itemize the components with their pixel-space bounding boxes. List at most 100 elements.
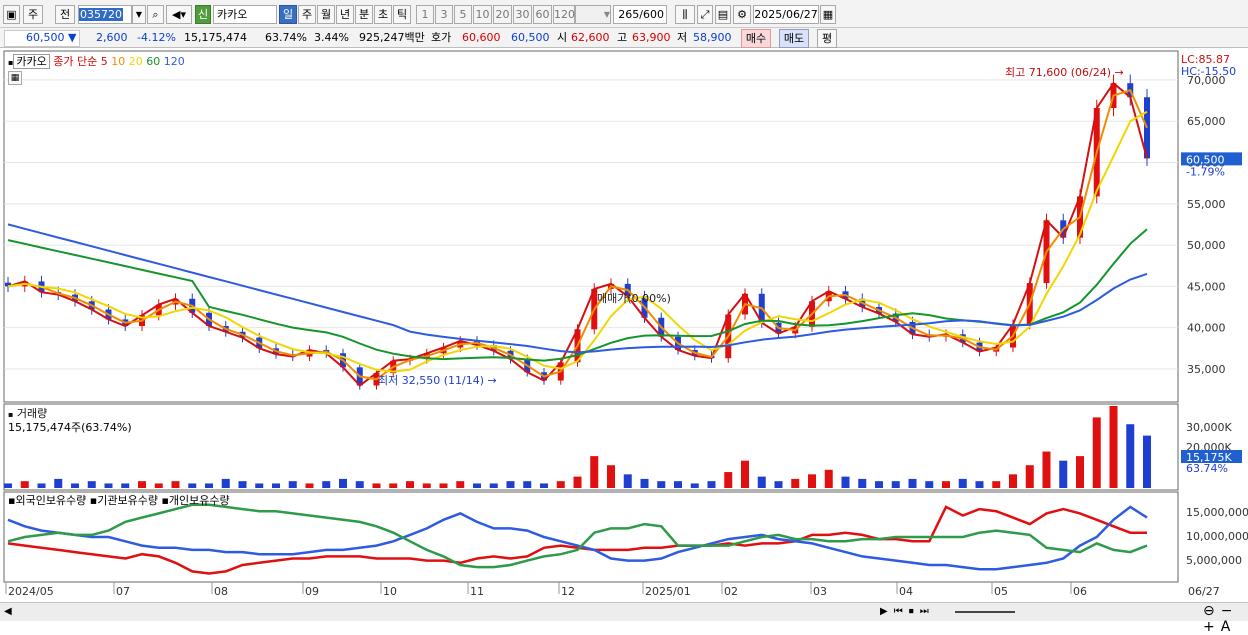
volume-bar	[607, 465, 615, 488]
volume-bar	[389, 483, 398, 488]
volume-bar	[37, 483, 46, 488]
volume-bar	[255, 483, 264, 488]
search-icon[interactable]: ⌕	[147, 5, 164, 24]
x-axis-label: 09	[305, 585, 319, 598]
volume-bar	[54, 478, 63, 488]
x-axis-label: 2024/05	[8, 585, 54, 598]
period-button-1[interactable]: 주	[298, 5, 316, 24]
ma-legend-120: 120	[163, 55, 185, 68]
calendar-icon[interactable]: ▦	[820, 5, 836, 24]
ma-legend-60: 60	[146, 55, 164, 68]
volume-bar	[523, 481, 532, 488]
speaker-icon[interactable]: ◀▾	[166, 5, 192, 24]
period-button-3[interactable]: 년	[336, 5, 354, 24]
stock-code-value: 035720	[79, 8, 123, 21]
candle-icon[interactable]: ⫼	[675, 5, 695, 24]
buy-button[interactable]: 매수	[741, 29, 771, 48]
price-value: 60,500 ▼	[26, 31, 76, 45]
volume-bar	[674, 481, 682, 488]
range-select[interactable]: ▼	[575, 5, 611, 24]
eval-button[interactable]: 평	[817, 29, 837, 48]
interval-button-60[interactable]: 60	[533, 5, 552, 24]
volume-bar	[221, 478, 230, 488]
current-pct-label: -1.79%	[1186, 165, 1225, 178]
volume-bar	[992, 481, 1001, 488]
volume-bar	[1042, 451, 1051, 488]
period-button-4[interactable]: 분	[355, 5, 373, 24]
mid-annotation: 매매가(0.00%)	[597, 292, 671, 305]
count-field[interactable]: 265/600	[613, 5, 667, 24]
down-arrow-icon: ▼	[68, 31, 77, 44]
x-axis-label: 06	[1073, 585, 1087, 598]
volume-bar	[690, 483, 699, 488]
period-button-6[interactable]: 틱	[393, 5, 411, 24]
zoom-slider[interactable]	[955, 611, 1015, 613]
high-label: 고	[617, 31, 628, 44]
volume-bar	[858, 478, 867, 488]
holdings-tick-label: 5,000,000	[1186, 554, 1242, 567]
week-toggle[interactable]: 주	[23, 5, 43, 24]
chevron-down-icon[interactable]: ▼	[132, 5, 146, 24]
period-button-5[interactable]: 초	[374, 5, 392, 24]
y-tick-label: 50,000	[1187, 239, 1226, 252]
date-field[interactable]: 2025/06/27	[753, 5, 819, 24]
volume-bar	[908, 478, 917, 488]
nav-icons[interactable]: ▶⏮⏹⏭	[880, 606, 935, 617]
change-pct: -4.12%	[137, 31, 176, 44]
draw-icon[interactable]: ⤢	[697, 5, 713, 24]
volume-bar	[439, 483, 448, 488]
stock-chart[interactable]: 70,00065,00060,00055,00050,00045,00040,0…	[0, 49, 1248, 602]
volume-bar	[808, 474, 816, 488]
prev-toggle[interactable]: 전	[55, 5, 75, 24]
interval-button-120[interactable]: 120	[553, 5, 575, 24]
volume-bar	[774, 481, 783, 488]
stock-name-field[interactable]: 카카오	[213, 5, 277, 24]
interval-button-1[interactable]: 1	[416, 5, 434, 24]
volume-bar	[640, 478, 649, 488]
interval-button-30[interactable]: 30	[513, 5, 532, 24]
save-icon[interactable]: ▤	[715, 5, 731, 24]
price-legend: ▪ 카카오 종가 단순 5 10 20 60 120	[8, 53, 185, 69]
volume-bar	[958, 478, 967, 488]
layout-icon[interactable]: ▣	[3, 5, 20, 24]
volume-bar	[623, 474, 632, 488]
volume-bar	[824, 469, 833, 488]
x-axis-label: 04	[899, 585, 913, 598]
volume-bar	[205, 483, 213, 488]
holdings-legend-0: ▪외국인보유수량	[8, 494, 90, 507]
holdings-legend: ▪외국인보유수량 ▪기관보유수량 ▪개인보유수량	[8, 492, 230, 508]
interval-button-5[interactable]: 5	[454, 5, 472, 24]
volume-bar	[238, 481, 247, 488]
stock-code-input[interactable]: 035720	[78, 5, 132, 24]
y-tick-label: 45,000	[1187, 280, 1226, 293]
volume-bar	[372, 483, 381, 488]
volume-bar	[975, 481, 984, 488]
hoga-label: 호가	[431, 31, 452, 44]
scroll-bar[interactable]: ◀ ▶⏮⏹⏭ ⊖−+A	[0, 602, 1248, 635]
volume-bar	[891, 481, 900, 488]
volume-bar	[121, 483, 130, 488]
volume-bar	[171, 481, 180, 488]
zoom-buttons[interactable]: ⊖−+A	[1203, 603, 1248, 635]
grid-toggle-icon[interactable]: ▦	[8, 71, 22, 85]
holdings-legend-2: ▪개인보유수량	[161, 494, 230, 507]
volume-value: 15,175,474	[184, 31, 247, 44]
gear-icon[interactable]: ⚙	[733, 5, 751, 24]
period-button-0[interactable]: 일	[279, 5, 297, 24]
amount-value: 925,247백만	[359, 31, 425, 44]
volume-value: 15,175,474주(63.74%)	[8, 421, 132, 434]
x-axis-label: 07	[116, 585, 130, 598]
low-label: 저	[677, 31, 688, 44]
volume-bar	[506, 481, 515, 488]
sell-button[interactable]: 매도	[779, 29, 809, 48]
interval-button-3[interactable]: 3	[435, 5, 453, 24]
x-axis-label: 11	[470, 585, 484, 598]
y-tick-label: 65,000	[1187, 115, 1226, 128]
interval-button-10[interactable]: 10	[473, 5, 492, 24]
volume-bar	[1059, 460, 1068, 488]
scroll-left-icon[interactable]: ◀	[4, 606, 12, 617]
period-button-2[interactable]: 월	[317, 5, 335, 24]
new-badge: 신	[195, 5, 211, 24]
x-axis-label: 08	[214, 585, 228, 598]
interval-button-20[interactable]: 20	[493, 5, 512, 24]
